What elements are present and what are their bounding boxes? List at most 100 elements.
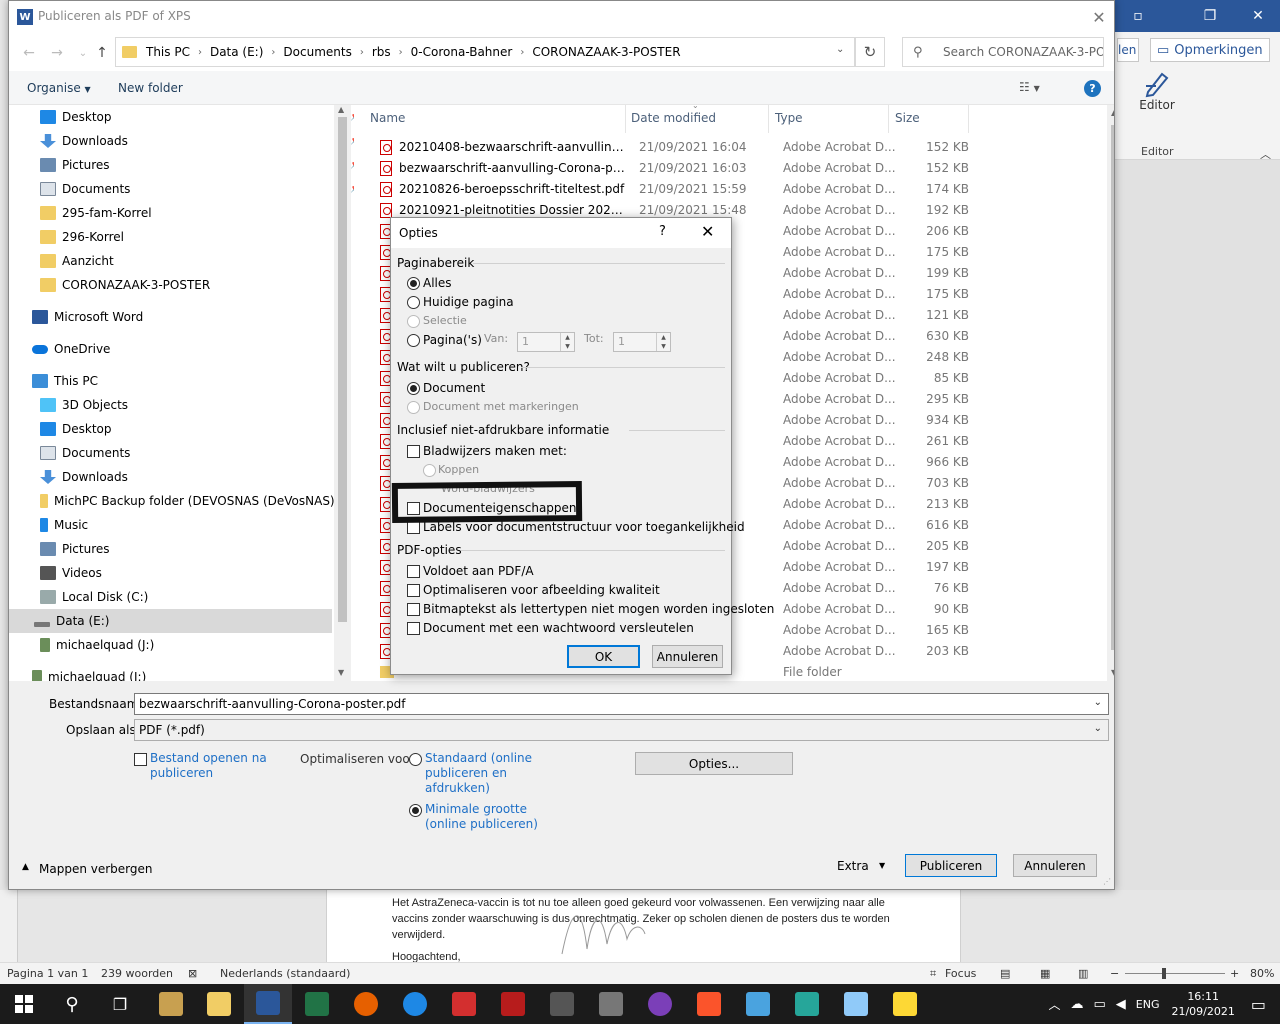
open-after-publish-label[interactable]: Bestand openen na publiceren (150, 751, 267, 781)
word-app-icon[interactable] (244, 984, 292, 1024)
range-current-radio[interactable] (407, 296, 420, 309)
nav-item-network-drive[interactable]: michaelquad (J:) (32, 665, 146, 681)
range-all-radio[interactable] (407, 277, 420, 290)
close-icon[interactable]: ✕ (701, 222, 714, 241)
task-view-icon[interactable]: ❐ (96, 984, 144, 1024)
excel-app-icon[interactable] (293, 984, 341, 1024)
search-input[interactable]: ⚲ Search CORONAZAAK-3-PO... (902, 37, 1104, 67)
language-indicator[interactable]: Nederlands (standaard) (220, 967, 350, 980)
notifications-icon[interactable]: ▭ (1251, 995, 1266, 1014)
pdfa-label[interactable]: Voldoet aan PDF/A (423, 564, 534, 578)
column-header-name[interactable]: Name (370, 111, 405, 125)
nav-item-desktop[interactable]: Desktop📌 (40, 105, 354, 129)
breadcrumb-item[interactable]: Data (E:) (206, 45, 267, 59)
restore-icon[interactable]: ▫ (1115, 0, 1161, 32)
chevron-up-icon[interactable]: ︿ (1048, 996, 1060, 1013)
chevron-down-icon[interactable]: ⌄ (1094, 723, 1102, 734)
range-all-label[interactable]: Alles (423, 276, 452, 290)
bookmarks-headings-label[interactable]: Koppen (438, 463, 479, 476)
chevron-right-icon[interactable]: › (356, 47, 368, 58)
bookmarks-label[interactable]: Bladwijzers maken met: (423, 444, 567, 458)
breadcrumb-item[interactable]: 0-Corona-Bahner (407, 45, 517, 59)
open-after-publish-checkbox[interactable] (134, 753, 147, 766)
language-indicator[interactable]: ENG (1136, 998, 1160, 1011)
nav-item-desktop[interactable]: Desktop (40, 417, 112, 441)
nav-item-this-pc[interactable]: This PC (32, 369, 98, 393)
app-icon[interactable] (832, 984, 880, 1024)
range-selection-radio[interactable] (407, 315, 420, 328)
filename-input[interactable]: bezwaarschrift-aanvulling-Corona-poster.… (134, 693, 1109, 715)
brave-app-icon[interactable] (685, 984, 733, 1024)
close-icon[interactable]: ✕ (1084, 1, 1114, 33)
zoom-slider[interactable] (1125, 973, 1225, 974)
nav-item-3d-objects[interactable]: 3D Objects (40, 393, 128, 417)
web-layout-icon[interactable]: ▥ (1078, 967, 1088, 980)
pdfa-checkbox[interactable] (407, 565, 420, 578)
optimize-minimal-label[interactable]: Minimale grootte (online publiceren) (425, 802, 538, 832)
help-icon[interactable]: ? (659, 224, 666, 239)
ok-button[interactable]: OK (567, 645, 640, 668)
close-icon[interactable]: ✕ (1235, 0, 1280, 32)
document-page[interactable]: Het AstraZeneca-vaccin is tot nu toe all… (326, 890, 961, 963)
media-app-icon[interactable] (636, 984, 684, 1024)
zoom-out-icon[interactable]: − (1110, 967, 1119, 980)
options-cancel-button[interactable]: Annuleren (652, 645, 723, 668)
encrypt-label[interactable]: Document met een wachtwoord versleutelen (423, 621, 694, 635)
file-list-scrollbar[interactable]: ▲ ▼ (1107, 105, 1114, 681)
nav-item-documents[interactable]: Documents (40, 441, 130, 465)
publish-document-radio[interactable] (407, 382, 420, 395)
range-pages-label[interactable]: Pagina('s) (423, 333, 482, 347)
volume-icon[interactable]: ◀ (1116, 997, 1126, 1012)
scroll-up-icon[interactable]: ▲ (1111, 108, 1114, 117)
dropdown-arrow-icon[interactable]: ▼ (879, 861, 885, 870)
chevron-right-icon[interactable]: › (194, 47, 206, 58)
cancel-button[interactable]: Annuleren (1013, 854, 1097, 877)
back-icon[interactable]: ← (19, 43, 39, 63)
nav-scrollbar[interactable]: ▲ ▼ (334, 105, 351, 681)
nav-item-downloads[interactable]: Downloads📌 (40, 129, 354, 153)
scroll-down-icon[interactable]: ▼ (1111, 668, 1114, 677)
nav-item-folder[interactable]: 295-fam-Korrel (40, 201, 152, 225)
nav-item-microsoft-word[interactable]: Microsoft Word (32, 305, 143, 329)
nav-item-backup-folder[interactable]: MichPC Backup folder (DEVOSNAS (DeVosNAS… (40, 489, 339, 513)
share-button[interactable]: len (1117, 38, 1139, 62)
scroll-up-icon[interactable]: ▲ (338, 105, 344, 114)
range-pages-radio[interactable] (407, 334, 420, 347)
view-options-icon[interactable]: ☷ ▼ (1019, 80, 1040, 94)
sticky-notes-icon[interactable] (881, 984, 929, 1024)
range-selection-label[interactable]: Selectie (423, 314, 467, 327)
encrypt-checkbox[interactable] (407, 622, 420, 635)
breadcrumb-item[interactable]: rbs (368, 45, 395, 59)
column-divider[interactable] (625, 105, 626, 133)
zoom-slider-thumb[interactable] (1162, 968, 1166, 979)
zoom-level[interactable]: 80% (1250, 967, 1274, 980)
nav-item-local-disk[interactable]: Local Disk (C:) (40, 585, 148, 609)
file-explorer-icon[interactable] (195, 984, 243, 1024)
help-icon[interactable]: ? (1084, 80, 1101, 97)
resize-grip-icon[interactable]: ⋰ (1103, 877, 1111, 886)
optimize-standard-radio[interactable] (409, 753, 422, 766)
print-layout-icon[interactable]: ▦ (1040, 967, 1050, 980)
bookmarks-headings-radio[interactable] (423, 464, 436, 477)
range-current-label[interactable]: Huidige pagina (423, 295, 514, 309)
nav-item-folder[interactable]: Aanzicht (40, 249, 114, 273)
editor-button[interactable]: Editor (1136, 68, 1178, 124)
publish-document-label[interactable]: Document (423, 381, 485, 395)
nav-item-pictures[interactable]: Pictures📌 (40, 153, 354, 177)
scrollbar-thumb[interactable] (338, 117, 347, 622)
proofing-icon[interactable]: ⊠ (188, 967, 197, 980)
optimize-minimal-radio[interactable] (409, 804, 422, 817)
optimize-image-label[interactable]: Optimaliseren voor afbeelding kwaliteit (423, 583, 660, 597)
column-divider[interactable] (968, 105, 969, 133)
app-icon[interactable] (587, 984, 635, 1024)
chevron-down-icon[interactable]: ⌄ (836, 44, 844, 55)
maximize-icon[interactable]: ❐ (1187, 0, 1233, 32)
organise-menu[interactable]: Organise ▼ (27, 81, 91, 95)
focus-mode-button[interactable]: Focus (945, 967, 976, 980)
column-divider[interactable] (768, 105, 769, 133)
onedrive-tray-icon[interactable]: ☁ (1070, 997, 1083, 1012)
word-count[interactable]: 239 woorden (101, 967, 173, 980)
spinner-arrows-icon[interactable]: ▲ ▼ (656, 333, 670, 351)
chat-app-icon[interactable] (391, 984, 439, 1024)
file-row[interactable]: 20210826-beroepsschrift-titeltest.pdf 21/… (354, 179, 1104, 200)
